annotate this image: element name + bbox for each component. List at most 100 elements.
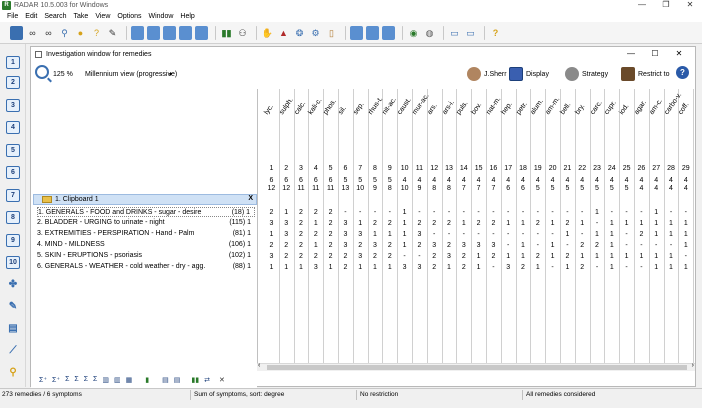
grid-cell[interactable]: 1	[397, 242, 412, 250]
remedy-name[interactable]: lyc.	[263, 103, 275, 116]
grid-cell[interactable]: 1	[545, 253, 560, 261]
grid-cell[interactable]: 1	[590, 231, 605, 239]
display-button[interactable]: Display	[509, 65, 549, 83]
grid-cell[interactable]: 1	[649, 220, 664, 228]
grid-cell[interactable]: 3	[338, 231, 353, 239]
grid-cell[interactable]: 2	[486, 220, 501, 228]
grid-cell[interactable]: 3	[501, 264, 516, 272]
grid-cell[interactable]: 2	[264, 242, 279, 250]
chart-icon[interactable]: ⟋	[6, 344, 20, 357]
repertory-6-button[interactable]: 6	[6, 166, 20, 179]
grid-cell[interactable]: 3	[486, 242, 501, 250]
grid-cell[interactable]: 1	[575, 220, 590, 228]
puzzle-icon[interactable]: ✤	[6, 278, 20, 291]
grid-cell[interactable]: -	[530, 231, 545, 239]
grid-cell[interactable]: 1	[619, 253, 634, 261]
grid-cell[interactable]: 2	[294, 242, 309, 250]
grid-cell[interactable]: -	[530, 242, 545, 250]
grid-cell[interactable]: 2	[412, 242, 427, 250]
help-question-icon[interactable]: ?	[489, 26, 502, 40]
grid-cell[interactable]: -	[338, 209, 353, 217]
grid-cell[interactable]: -	[619, 209, 634, 217]
grid-cell[interactable]: -	[664, 209, 679, 217]
grid-cell[interactable]: -	[486, 264, 501, 272]
grid-cell[interactable]: 3	[442, 253, 457, 261]
grid-cell[interactable]: 3	[353, 231, 368, 239]
pen-icon[interactable]: ✎	[6, 300, 20, 313]
grid-cell[interactable]: 1	[323, 264, 338, 272]
disk-icon[interactable]: ◍	[423, 26, 436, 40]
grid-cell[interactable]: 1	[501, 253, 516, 261]
grid-cell[interactable]: 2	[427, 220, 442, 228]
remedy-name[interactable]: carc.	[589, 100, 603, 116]
remedy-name[interactable]: caust.	[396, 97, 412, 116]
remedy-name[interactable]: ars-i.	[441, 99, 456, 116]
bulb-search-icon[interactable]: ⚲	[6, 366, 20, 379]
grid-cell[interactable]: 2	[486, 253, 501, 261]
grid-cell[interactable]: -	[634, 209, 649, 217]
grid-cell[interactable]: 1	[501, 220, 516, 228]
grid-cell[interactable]: 2	[368, 253, 383, 261]
grid-cell[interactable]: 1	[530, 264, 545, 272]
person-icon[interactable]: ⚇	[236, 26, 249, 40]
grid-cell[interactable]: 1	[264, 231, 279, 239]
grid-cell[interactable]: 2	[560, 220, 575, 228]
grid-cell[interactable]: 2	[323, 253, 338, 261]
grid-cell[interactable]: -	[456, 209, 471, 217]
globe-icon[interactable]: ◉	[407, 26, 420, 40]
grid-cell[interactable]: 2	[590, 242, 605, 250]
grid-cell[interactable]: 2	[382, 220, 397, 228]
scrollbar-thumb[interactable]	[267, 365, 687, 370]
grid-cell[interactable]: -	[501, 209, 516, 217]
repertory-2-button[interactable]: 2	[6, 76, 20, 89]
repertory-9-button[interactable]: 9	[6, 234, 20, 247]
grid-cell[interactable]: 1	[634, 220, 649, 228]
grid-cell[interactable]: 3	[264, 220, 279, 228]
grid-cell[interactable]: -	[412, 253, 427, 261]
rubric-row[interactable]: 4. MIND - MILDNESS (106) 1	[37, 240, 255, 250]
grid-cell[interactable]: -	[590, 220, 605, 228]
chart-columns-icon[interactable]: ▥	[114, 376, 121, 384]
grid-cell[interactable]: 2	[530, 220, 545, 228]
grid-cell[interactable]: 1	[649, 264, 664, 272]
grid-cell[interactable]: 1	[590, 209, 605, 217]
grid-cell[interactable]: -	[560, 242, 575, 250]
grid-cell[interactable]: 3	[368, 242, 383, 250]
remedy-name[interactable]: cupr.	[604, 100, 618, 116]
grid-cell[interactable]: 2	[530, 253, 545, 261]
grid-cell[interactable]: 1	[678, 231, 693, 239]
bulb-icon[interactable]: ●	[74, 26, 87, 40]
grid-cell[interactable]: 1	[368, 264, 383, 272]
grid-cell[interactable]: 1	[471, 253, 486, 261]
minimize-button[interactable]: —	[630, 0, 654, 11]
remedy-name[interactable]: phos.	[322, 98, 338, 116]
grid-cell[interactable]: 1	[382, 264, 397, 272]
grid-cell[interactable]: 2	[427, 253, 442, 261]
grid-cell[interactable]: 2	[427, 264, 442, 272]
bottle-green-icon[interactable]: ▮	[145, 376, 149, 384]
remedy-name[interactable]: bry.	[574, 103, 586, 116]
maximize-button[interactable]: ❐	[654, 0, 678, 11]
remedy-name[interactable]: am-m.	[544, 96, 561, 116]
grid-cell[interactable]: 1	[279, 209, 294, 217]
grid-cell[interactable]: 2	[456, 253, 471, 261]
grid-cell[interactable]: 2	[294, 253, 309, 261]
grid-cell[interactable]: 1	[590, 253, 605, 261]
grid-cell[interactable]: 2	[323, 220, 338, 228]
scroll-right-icon[interactable]: ›	[692, 362, 694, 369]
grid-cell[interactable]: 2	[442, 220, 457, 228]
grid-cell[interactable]: 1	[294, 264, 309, 272]
hat-icon[interactable]: ▲	[277, 26, 290, 40]
grid-cell[interactable]: 2	[308, 209, 323, 217]
table-view-icon[interactable]: ▤	[162, 376, 169, 384]
grid-cell[interactable]: -	[634, 264, 649, 272]
grid-cell[interactable]: 1	[368, 231, 383, 239]
menu-search[interactable]: Search	[44, 13, 66, 20]
close-button[interactable]: ✕	[678, 0, 702, 11]
grid-cell[interactable]: 2	[442, 242, 457, 250]
grid-cell[interactable]: 2	[294, 209, 309, 217]
grid-cell[interactable]: 2	[279, 253, 294, 261]
remedy-name[interactable]: sep.	[352, 101, 365, 116]
grid-cell[interactable]: 2	[308, 231, 323, 239]
grid-cell[interactable]: 3	[264, 253, 279, 261]
